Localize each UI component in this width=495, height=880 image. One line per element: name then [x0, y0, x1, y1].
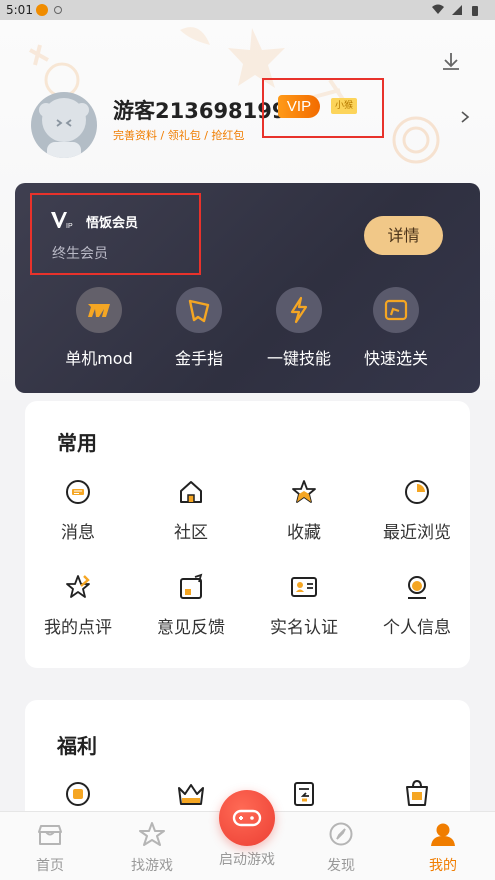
community-icon: [180, 481, 202, 503]
tab-label: 找游戏: [131, 858, 173, 874]
item-feedback[interactable]: 意见反馈: [135, 573, 247, 638]
notification-icon-2: [54, 6, 62, 14]
star-icon: [139, 822, 165, 846]
tab-launch-game[interactable]: 启动游戏: [202, 844, 292, 869]
home-icon: [38, 825, 62, 845]
status-bar: 5:01: [0, 0, 495, 20]
item-label: 收藏: [287, 523, 321, 543]
common-title: 常用: [57, 431, 97, 455]
item-label: 消息: [61, 523, 95, 543]
monkey-avatar-icon: [39, 98, 89, 158]
gamepad-icon: [232, 809, 262, 827]
feature-one-key-skill[interactable]: 一键技能: [249, 287, 349, 369]
feature-label: 快速选关: [363, 349, 428, 368]
recent-icon: [405, 480, 429, 504]
item-message[interactable]: 消息: [22, 478, 134, 543]
highlight-box-vip: [262, 78, 384, 138]
compass-icon: [329, 822, 353, 846]
system-status-icons: [432, 4, 478, 16]
favorite-icon: [292, 480, 316, 503]
username: 游客213698199: [113, 99, 287, 123]
tab-label: 首页: [36, 858, 64, 874]
feature-label: 金手指: [174, 349, 223, 368]
item-label: 实名认证: [270, 618, 338, 638]
tab-label: 启动游戏: [219, 852, 275, 868]
profile-links[interactable]: 完善资料 / 领礼包 / 抢红包: [113, 127, 244, 143]
feature-label: 单机mod: [65, 349, 133, 368]
item-label: 意见反馈: [157, 618, 225, 638]
download-icon[interactable]: [440, 50, 462, 72]
tab-find-games[interactable]: 找游戏: [107, 822, 197, 875]
level-select-icon: [373, 287, 419, 333]
golden-finger-icon: [176, 287, 222, 333]
highlight-box-vip-card: [30, 193, 201, 275]
personal-info-icon: [408, 576, 426, 599]
feedback-icon: [180, 573, 203, 599]
coin-icon[interactable]: [64, 780, 92, 808]
chevron-right-icon[interactable]: [458, 110, 472, 124]
item-label: 个人信息: [383, 618, 451, 638]
id-card-icon: [291, 577, 317, 597]
review-icon: [66, 575, 90, 598]
message-icon: [66, 480, 90, 504]
tab-home[interactable]: 首页: [5, 822, 95, 875]
welfare-title: 福利: [57, 734, 97, 758]
feature-label: 一键技能: [266, 349, 331, 368]
exchange-icon[interactable]: [290, 780, 318, 808]
item-recent[interactable]: 最近浏览: [361, 478, 473, 543]
item-personal-info[interactable]: 个人信息: [361, 573, 473, 638]
lightning-icon: [276, 287, 322, 333]
item-label: 社区: [174, 523, 208, 543]
tab-mine[interactable]: 我的: [398, 822, 488, 875]
notification-icon: [36, 4, 48, 16]
vip-bag-icon[interactable]: [403, 778, 431, 808]
feature-level-select[interactable]: 快速选关: [346, 287, 446, 369]
mod-icon: [76, 287, 122, 333]
tab-label: 我的: [429, 858, 457, 874]
item-id-verify[interactable]: 实名认证: [248, 573, 360, 638]
feature-mod[interactable]: 单机mod: [49, 287, 149, 369]
item-favorite[interactable]: 收藏: [248, 478, 360, 543]
user-icon: [431, 823, 455, 846]
vip-detail-button[interactable]: 详情: [364, 216, 443, 255]
tab-discover[interactable]: 发现: [296, 822, 386, 875]
item-review[interactable]: 我的点评: [22, 573, 134, 638]
feature-golden-finger[interactable]: 金手指: [149, 287, 249, 369]
crown-icon[interactable]: [176, 780, 206, 808]
item-label: 我的点评: [44, 618, 112, 638]
avatar[interactable]: [31, 92, 97, 158]
status-time: 5:01: [6, 3, 33, 17]
tab-label: 发现: [327, 858, 355, 874]
launch-game-button[interactable]: [219, 790, 275, 846]
item-community[interactable]: 社区: [135, 478, 247, 543]
item-label: 最近浏览: [383, 523, 451, 543]
